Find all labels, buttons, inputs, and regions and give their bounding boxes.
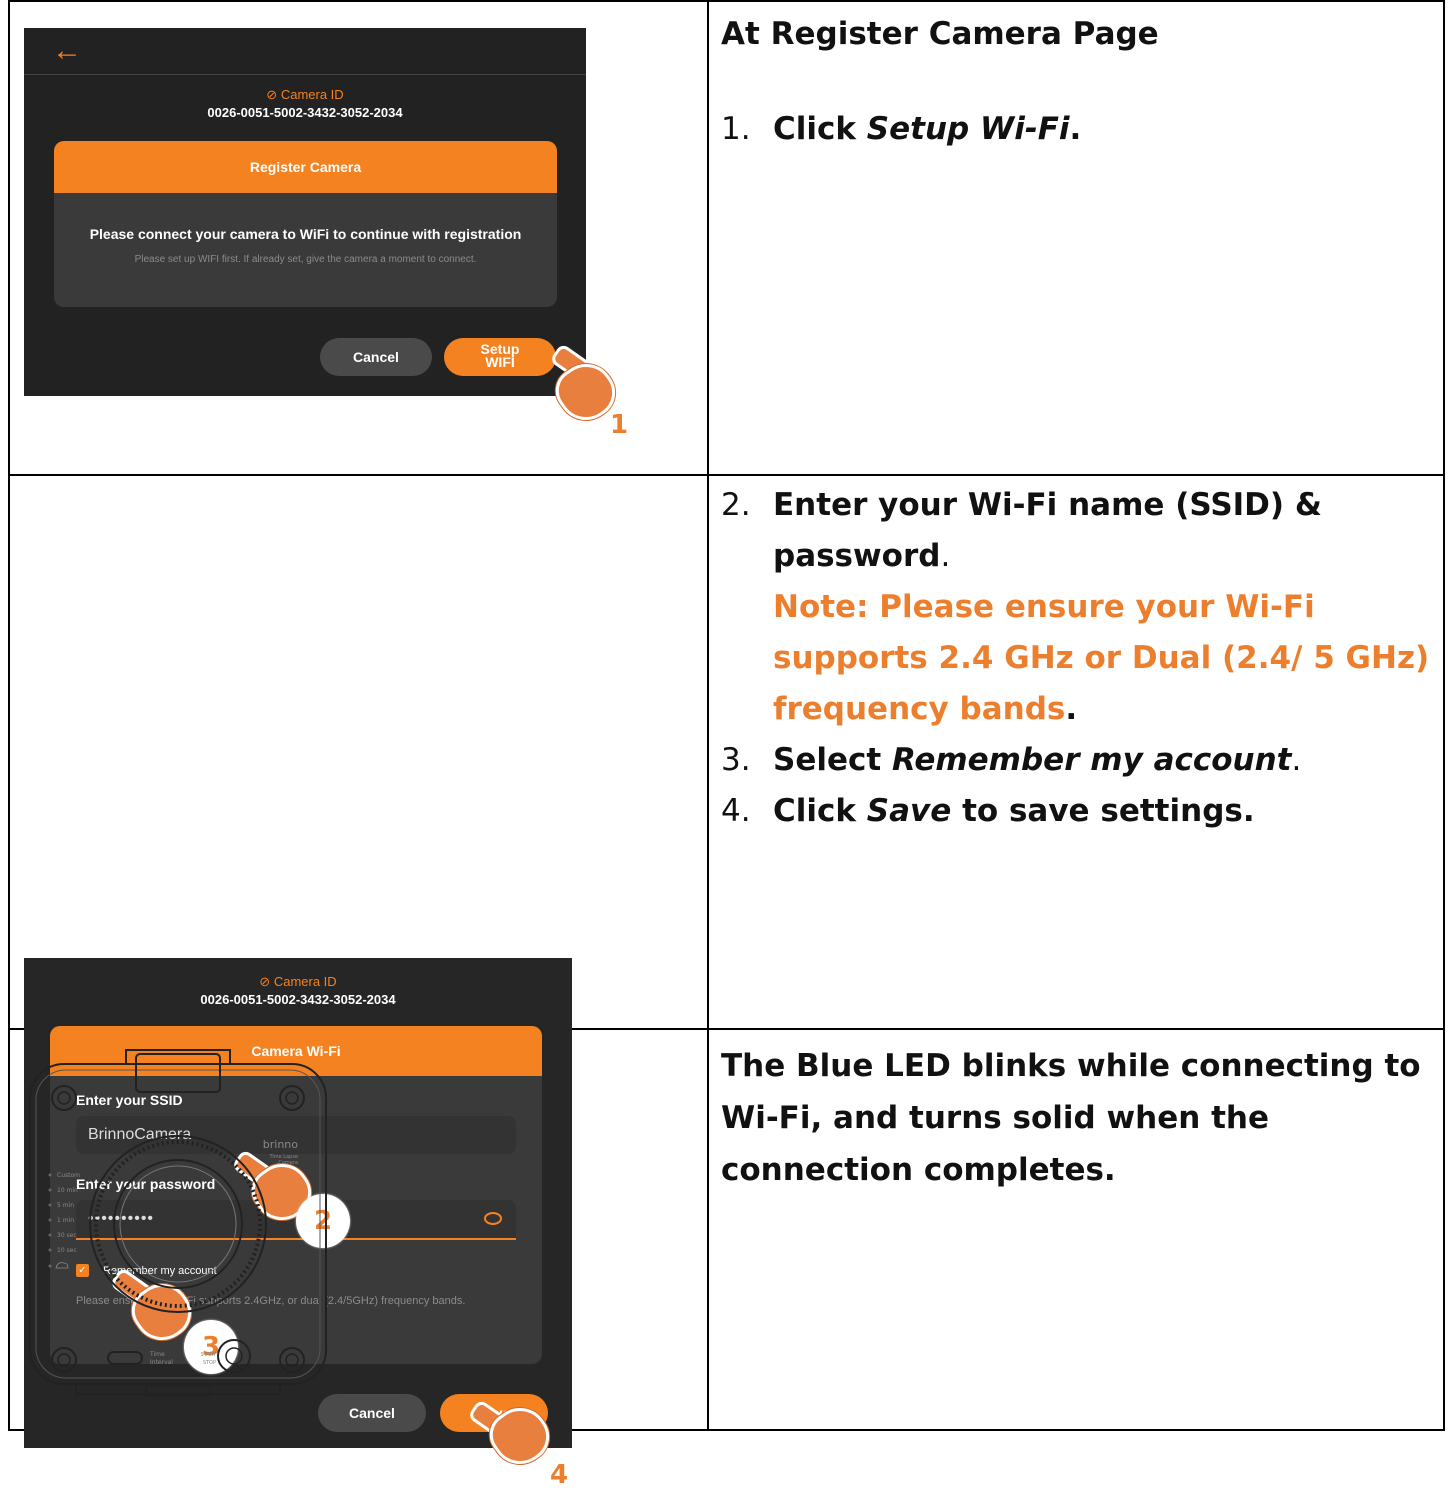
step-marker-4: 4 <box>550 1460 569 1490</box>
step-emphasis: Save <box>866 793 952 829</box>
step-text: Enter your Wi-Fi name (SSID) & password <box>773 487 1322 574</box>
step-2: 2. Enter your Wi-Fi name (SSID) & passwo… <box>721 480 1431 582</box>
step-marker-1: 1 <box>610 410 629 440</box>
screenshot-cell-wifi: ⊘ Camera ID 0026-0051-5002-3432-3052-203… <box>8 474 709 1490</box>
interval-list: Custom 10 min 5 min 1 min 30 sec 10 sec <box>48 1172 80 1269</box>
step-1: 1. Click Setup Wi-Fi. <box>721 104 1431 155</box>
step-punct: . <box>940 538 951 574</box>
step-number: 3. <box>721 742 751 778</box>
instruction-cell-1: At Register Camera Page 1. Click Setup W… <box>707 0 1445 476</box>
step-emphasis: Remember my account <box>892 742 1292 778</box>
camera-id-label: ⊘ Camera ID <box>266 87 344 102</box>
top-bar: ← <box>24 28 586 75</box>
interval-item: 5 min <box>57 1202 74 1209</box>
back-arrow-icon[interactable]: ← <box>52 34 82 68</box>
interval-label: Interval <box>150 1359 173 1366</box>
camera-id-value: 0026-0051-5002-3432-3052-2034 <box>207 105 403 120</box>
camera-id-label: ⊘ Camera ID <box>259 974 337 989</box>
interval-item: 10 sec <box>57 1247 77 1254</box>
brand-logo: brinno <box>263 1138 299 1151</box>
register-sub-message: Please set up WIFI first. If already set… <box>134 254 477 265</box>
step-text: Select <box>773 742 892 778</box>
step-punct: . <box>1291 742 1302 778</box>
time-label: Time <box>149 1351 165 1358</box>
step-text: Click <box>773 111 867 147</box>
register-panel: Register Camera Please connect your came… <box>54 141 557 307</box>
screenshot-cell-register: ← ⊘ Camera ID 0026-0051-5002-3432-3052-2… <box>8 0 709 476</box>
setup-wifi-button[interactable]: Setup WIFI <box>444 338 556 376</box>
frequency-note: Note: Please ensure your Wi-Fi supports … <box>721 582 1431 735</box>
step-4: 4. Click Save to save settings. <box>721 786 1431 837</box>
instruction-cell-2: 2. Enter your Wi-Fi name (SSID) & passwo… <box>707 474 1445 1030</box>
start-stop-button <box>217 1339 251 1373</box>
panel-title: Register Camera <box>54 141 557 193</box>
cloud-icon <box>55 1262 69 1269</box>
brand-subtitle-2: Camera <box>278 1160 298 1166</box>
camera-id-value: 0026-0051-5002-3432-3052-2034 <box>200 992 396 1007</box>
camera-illustration: brinno Time Lapse Camera Custom 10 min 5… <box>29 1049 327 1397</box>
note-punct: . <box>1065 691 1078 727</box>
register-camera-screen: ← ⊘ Camera ID 0026-0051-5002-3432-3052-2… <box>24 28 586 396</box>
step-text: Click <box>773 793 867 829</box>
led-description: The Blue LED blinks while connecting to … <box>721 1048 1421 1188</box>
step-punct: . <box>1069 111 1082 147</box>
instruction-table: ← ⊘ Camera ID 0026-0051-5002-3432-3052-2… <box>8 0 1445 1490</box>
cloud-off-icon: ⊘ <box>266 87 278 102</box>
stop-label: STOP <box>203 1360 216 1366</box>
step-3: 3. Select Remember my account. <box>721 735 1431 786</box>
step-number: 2. <box>721 487 751 523</box>
register-message: Please connect your camera to WiFi to co… <box>89 226 522 242</box>
note-text: Note: Please ensure your Wi-Fi supports … <box>773 589 1430 727</box>
step-number: 4. <box>721 793 751 829</box>
step-emphasis: Setup Wi-Fi <box>866 111 1070 147</box>
cloud-off-icon: ⊘ <box>259 974 271 989</box>
step-text-end: to save settings. <box>951 793 1255 829</box>
interval-item: Custom <box>57 1172 80 1179</box>
wifi-label: WIFI <box>485 354 515 370</box>
interval-item: 30 sec <box>57 1232 77 1239</box>
camera-image-cell: brinno Time Lapse Camera Custom 10 min 5… <box>8 1028 709 1431</box>
interval-button <box>107 1351 143 1365</box>
start-label: START <box>201 1352 217 1358</box>
interval-item: 10 min <box>57 1187 78 1194</box>
instruction-cell-3: The Blue LED blinks while connecting to … <box>707 1028 1445 1431</box>
step-number: 1. <box>721 111 751 147</box>
section-heading: At Register Camera Page <box>721 16 1159 52</box>
interval-item: 1 min <box>57 1217 74 1224</box>
cancel-button[interactable]: Cancel <box>320 338 432 376</box>
